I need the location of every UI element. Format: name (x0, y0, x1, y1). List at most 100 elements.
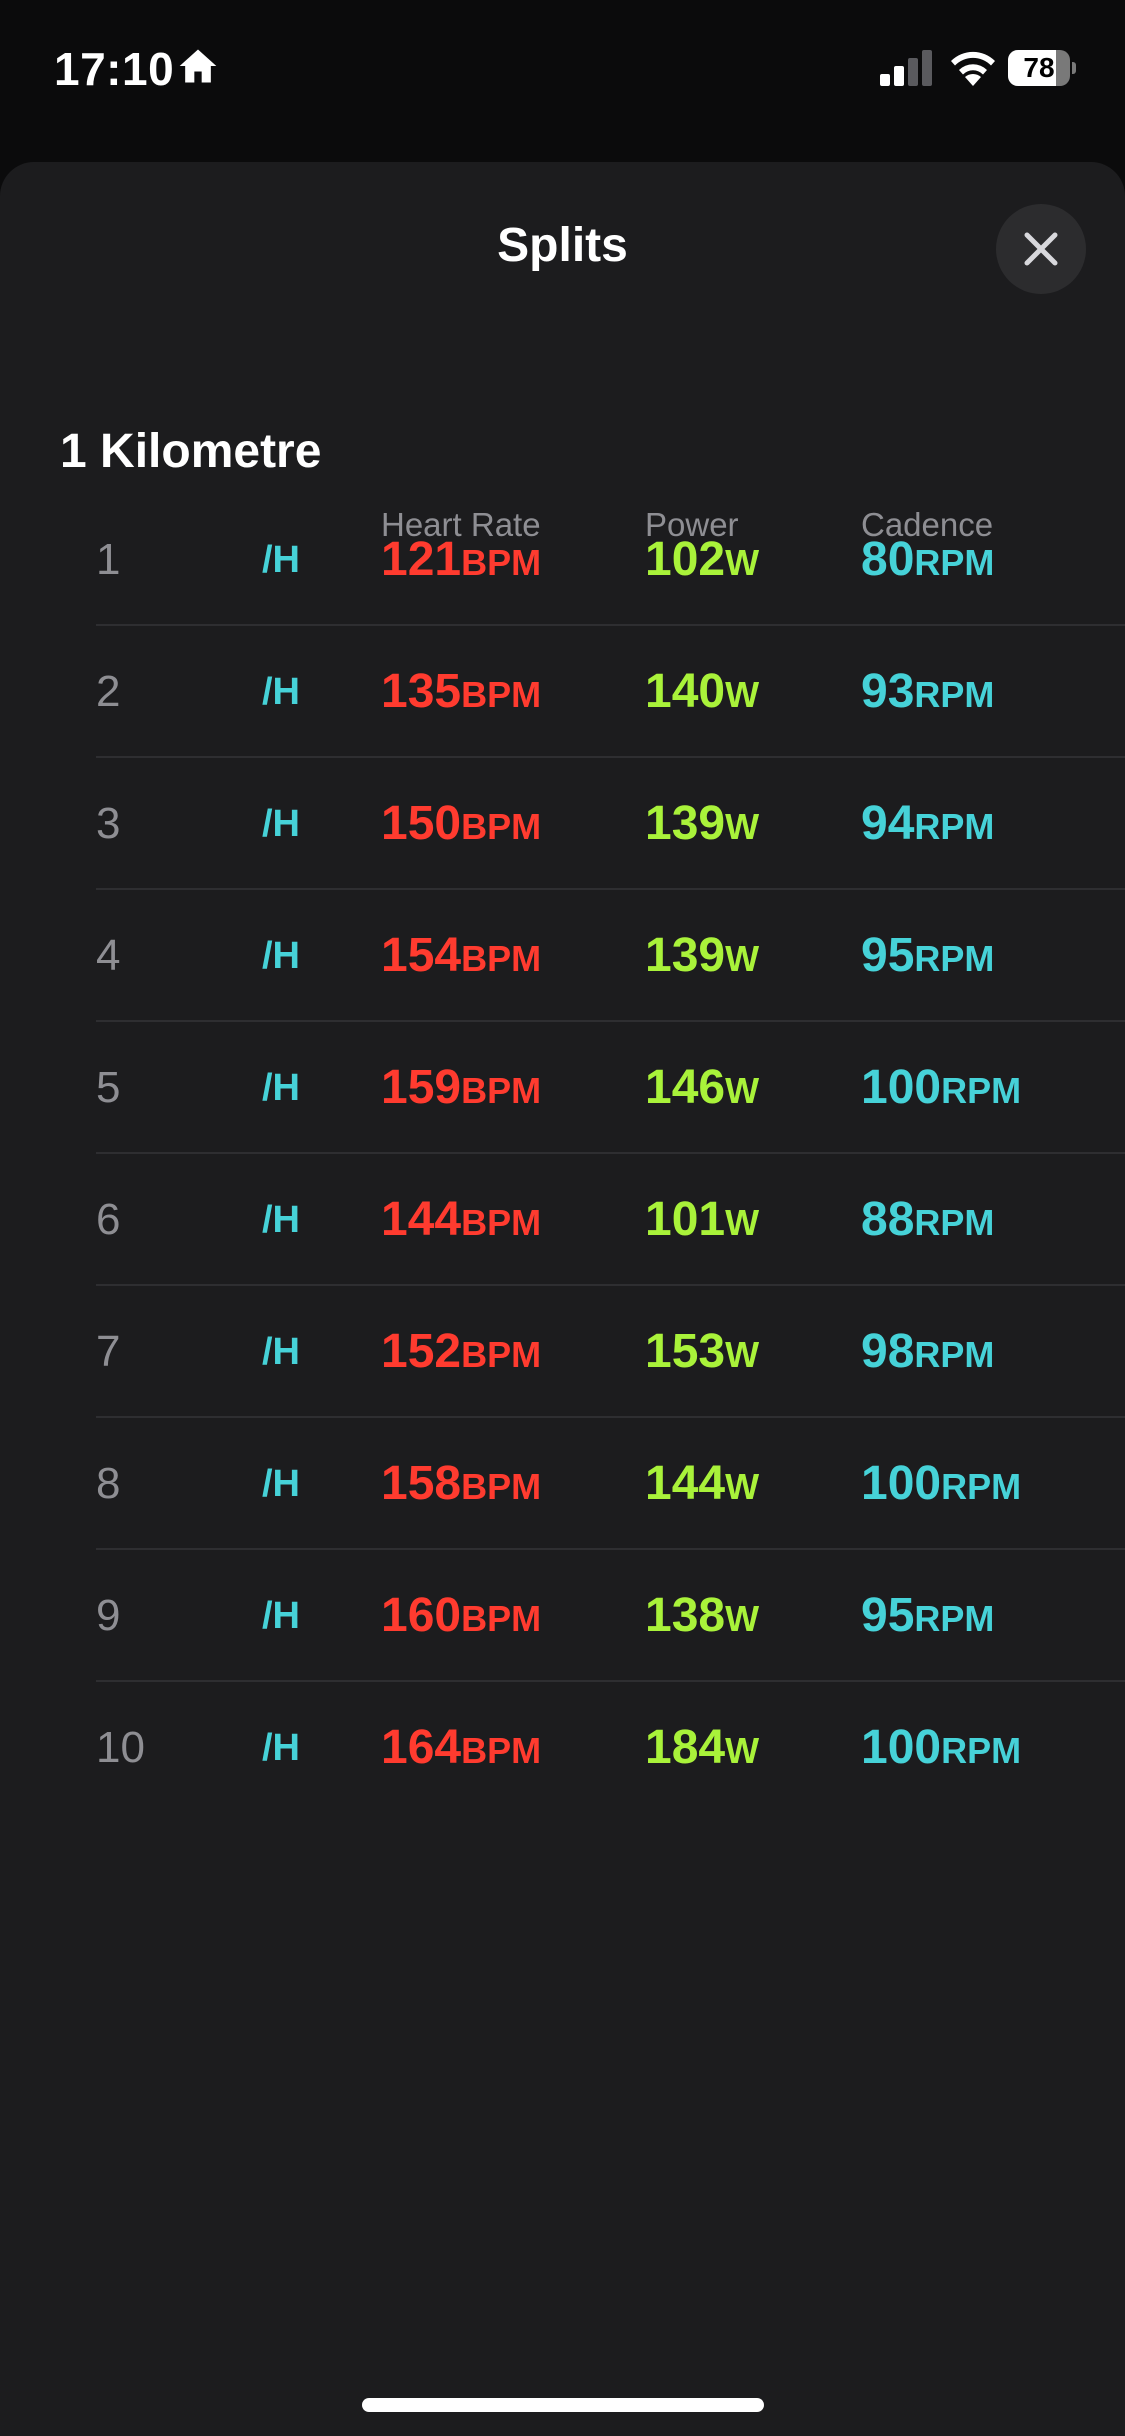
power-value: 140 (645, 665, 726, 718)
table-row: 2/H 135BPM 140W 93RPM (0, 626, 1125, 758)
sheet-title: Splits (497, 219, 628, 272)
heart-rate-cell: 135BPM (381, 626, 541, 758)
close-button[interactable] (996, 204, 1086, 294)
heart-rate-unit: BPM (461, 1598, 542, 1639)
speed-unit-fragment: /H (262, 1067, 300, 1109)
cadence-cell: 88RPM (861, 1154, 994, 1286)
cadence-value: 93 (861, 665, 915, 718)
speed-cell: /H (236, 1286, 300, 1418)
power-value: 138 (645, 1589, 726, 1642)
speed-cell: /H (236, 1682, 300, 1814)
split-number: 10 (96, 1723, 145, 1772)
cadence-cell: 98RPM (861, 1286, 994, 1418)
speed-cell: /H (236, 1022, 300, 1154)
cadence-unit: RPM (941, 1070, 1022, 1111)
split-number: 6 (96, 1195, 121, 1244)
cadence-unit: RPM (914, 674, 995, 715)
speed-unit-fragment: /H (262, 1727, 300, 1769)
heart-rate-unit: BPM (461, 1202, 542, 1243)
cadence-unit: RPM (914, 1202, 995, 1243)
cadence-cell: 100RPM (861, 1022, 1021, 1154)
table-row: 6/H 144BPM 101W 88RPM (0, 1154, 1125, 1286)
power-value: 102 (645, 533, 726, 586)
cadence-unit: RPM (914, 938, 995, 979)
status-bar: 17:10 78 (0, 0, 1125, 150)
table-row: 8/H 158BPM 144W 100RPM (0, 1418, 1125, 1550)
heart-rate-cell: 159BPM (381, 1022, 541, 1154)
battery-cap (1072, 62, 1076, 74)
splits-table[interactable]: 1/H 121BPM 102W 80RPM 2/H 135BPM 140W 93RPM 3/H 1… (0, 494, 1125, 1814)
heart-rate-unit: BPM (461, 674, 542, 715)
cadence-cell: 94RPM (861, 758, 994, 890)
power-unit: W (725, 1466, 760, 1507)
table-row: 9/H 160BPM 138W 95RPM (0, 1550, 1125, 1682)
power-cell: 101W (645, 1154, 759, 1286)
speed-cell: /H (236, 890, 300, 1022)
heart-rate-value: 164 (381, 1721, 462, 1774)
power-unit: W (725, 1070, 760, 1111)
cadence-value: 100 (861, 1061, 942, 1114)
split-number: 4 (96, 931, 121, 980)
power-value: 184 (645, 1721, 726, 1774)
signal-icon (880, 50, 932, 86)
power-unit: W (725, 1730, 760, 1771)
heart-rate-cell: 121BPM (381, 494, 541, 626)
battery-body: 78 (1008, 50, 1070, 86)
table-row: 4/H 154BPM 139W 95RPM (0, 890, 1125, 1022)
power-value: 144 (645, 1457, 726, 1510)
battery-level: 78 (1023, 52, 1055, 83)
split-number: 7 (96, 1327, 121, 1376)
heart-rate-value: 150 (381, 797, 462, 850)
power-cell: 144W (645, 1418, 759, 1550)
speed-cell: /H (236, 1550, 300, 1682)
power-cell: 146W (645, 1022, 759, 1154)
power-cell: 139W (645, 890, 759, 1022)
speed-cell: /H (236, 1418, 300, 1550)
speed-unit-fragment: /H (262, 1199, 300, 1241)
heart-rate-unit: BPM (461, 1730, 542, 1771)
table-row: 5/H 159BPM 146W 100RPM (0, 1022, 1125, 1154)
power-value: 146 (645, 1061, 726, 1114)
speed-unit-fragment: /H (262, 1463, 300, 1505)
power-cell: 184W (645, 1682, 759, 1814)
split-number: 9 (96, 1591, 121, 1640)
heart-rate-value: 159 (381, 1061, 462, 1114)
power-value: 139 (645, 929, 726, 982)
heart-rate-unit: BPM (461, 542, 542, 583)
cadence-value: 95 (861, 929, 915, 982)
speed-unit-fragment: /H (262, 935, 300, 977)
power-unit: W (725, 674, 760, 715)
table-row: 10/H 164BPM 184W 100RPM (0, 1682, 1125, 1814)
cadence-unit: RPM (914, 1598, 995, 1639)
cadence-cell: 100RPM (861, 1418, 1021, 1550)
split-number: 1 (96, 535, 121, 584)
split-number: 3 (96, 799, 121, 848)
heart-rate-value: 152 (381, 1325, 462, 1378)
speed-cell: /H (236, 494, 300, 626)
power-cell: 102W (645, 494, 759, 626)
power-unit: W (725, 1334, 760, 1375)
power-unit: W (725, 806, 760, 847)
cadence-cell: 95RPM (861, 890, 994, 1022)
heart-rate-cell: 164BPM (381, 1682, 541, 1814)
heart-rate-value: 144 (381, 1193, 462, 1246)
heart-rate-value: 154 (381, 929, 462, 982)
cadence-unit: RPM (941, 1730, 1022, 1771)
speed-unit-fragment: /H (262, 1331, 300, 1373)
power-cell: 138W (645, 1550, 759, 1682)
cadence-value: 95 (861, 1589, 915, 1642)
home-icon (179, 49, 217, 83)
power-unit: W (725, 938, 760, 979)
power-unit: W (725, 542, 760, 583)
power-cell: 139W (645, 758, 759, 890)
speed-cell: /H (236, 1154, 300, 1286)
home-indicator[interactable] (362, 2398, 764, 2412)
speed-unit-fragment: /H (262, 539, 300, 581)
heart-rate-unit: BPM (461, 1466, 542, 1507)
wifi-icon (951, 51, 995, 86)
cadence-cell: 100RPM (861, 1682, 1021, 1814)
power-cell: 140W (645, 626, 759, 758)
cadence-value: 80 (861, 533, 915, 586)
cadence-unit: RPM (914, 806, 995, 847)
speed-unit-fragment: /H (262, 1595, 300, 1637)
